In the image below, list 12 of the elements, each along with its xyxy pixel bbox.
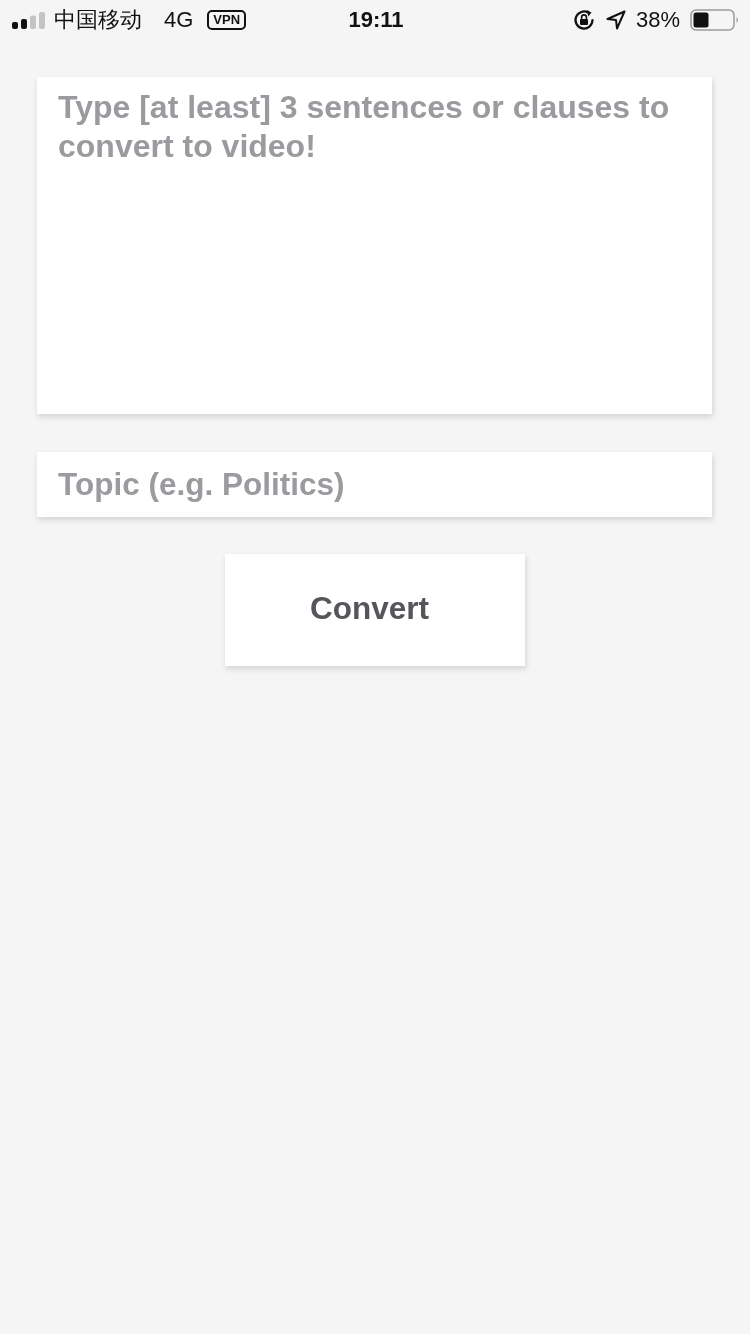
sentences-text-area[interactable]: Type [at least] 3 sentences or clauses to convert to video! [37, 77, 712, 414]
battery-icon [690, 9, 740, 31]
convert-button[interactable]: Convert [224, 554, 525, 666]
topic-input-field[interactable]: Topic (e.g. Politics) [37, 452, 712, 517]
status-time: 19:11 [348, 7, 404, 33]
signal-icon [12, 11, 46, 29]
battery-percentage: 38% [635, 7, 680, 33]
location-arrow-icon [605, 10, 626, 30]
orientation-lock-icon [571, 8, 596, 32]
network-type: 4G [164, 7, 194, 33]
vpn-indicator: VPN [207, 10, 247, 30]
carrier-name: 中国移动 [54, 7, 142, 33]
